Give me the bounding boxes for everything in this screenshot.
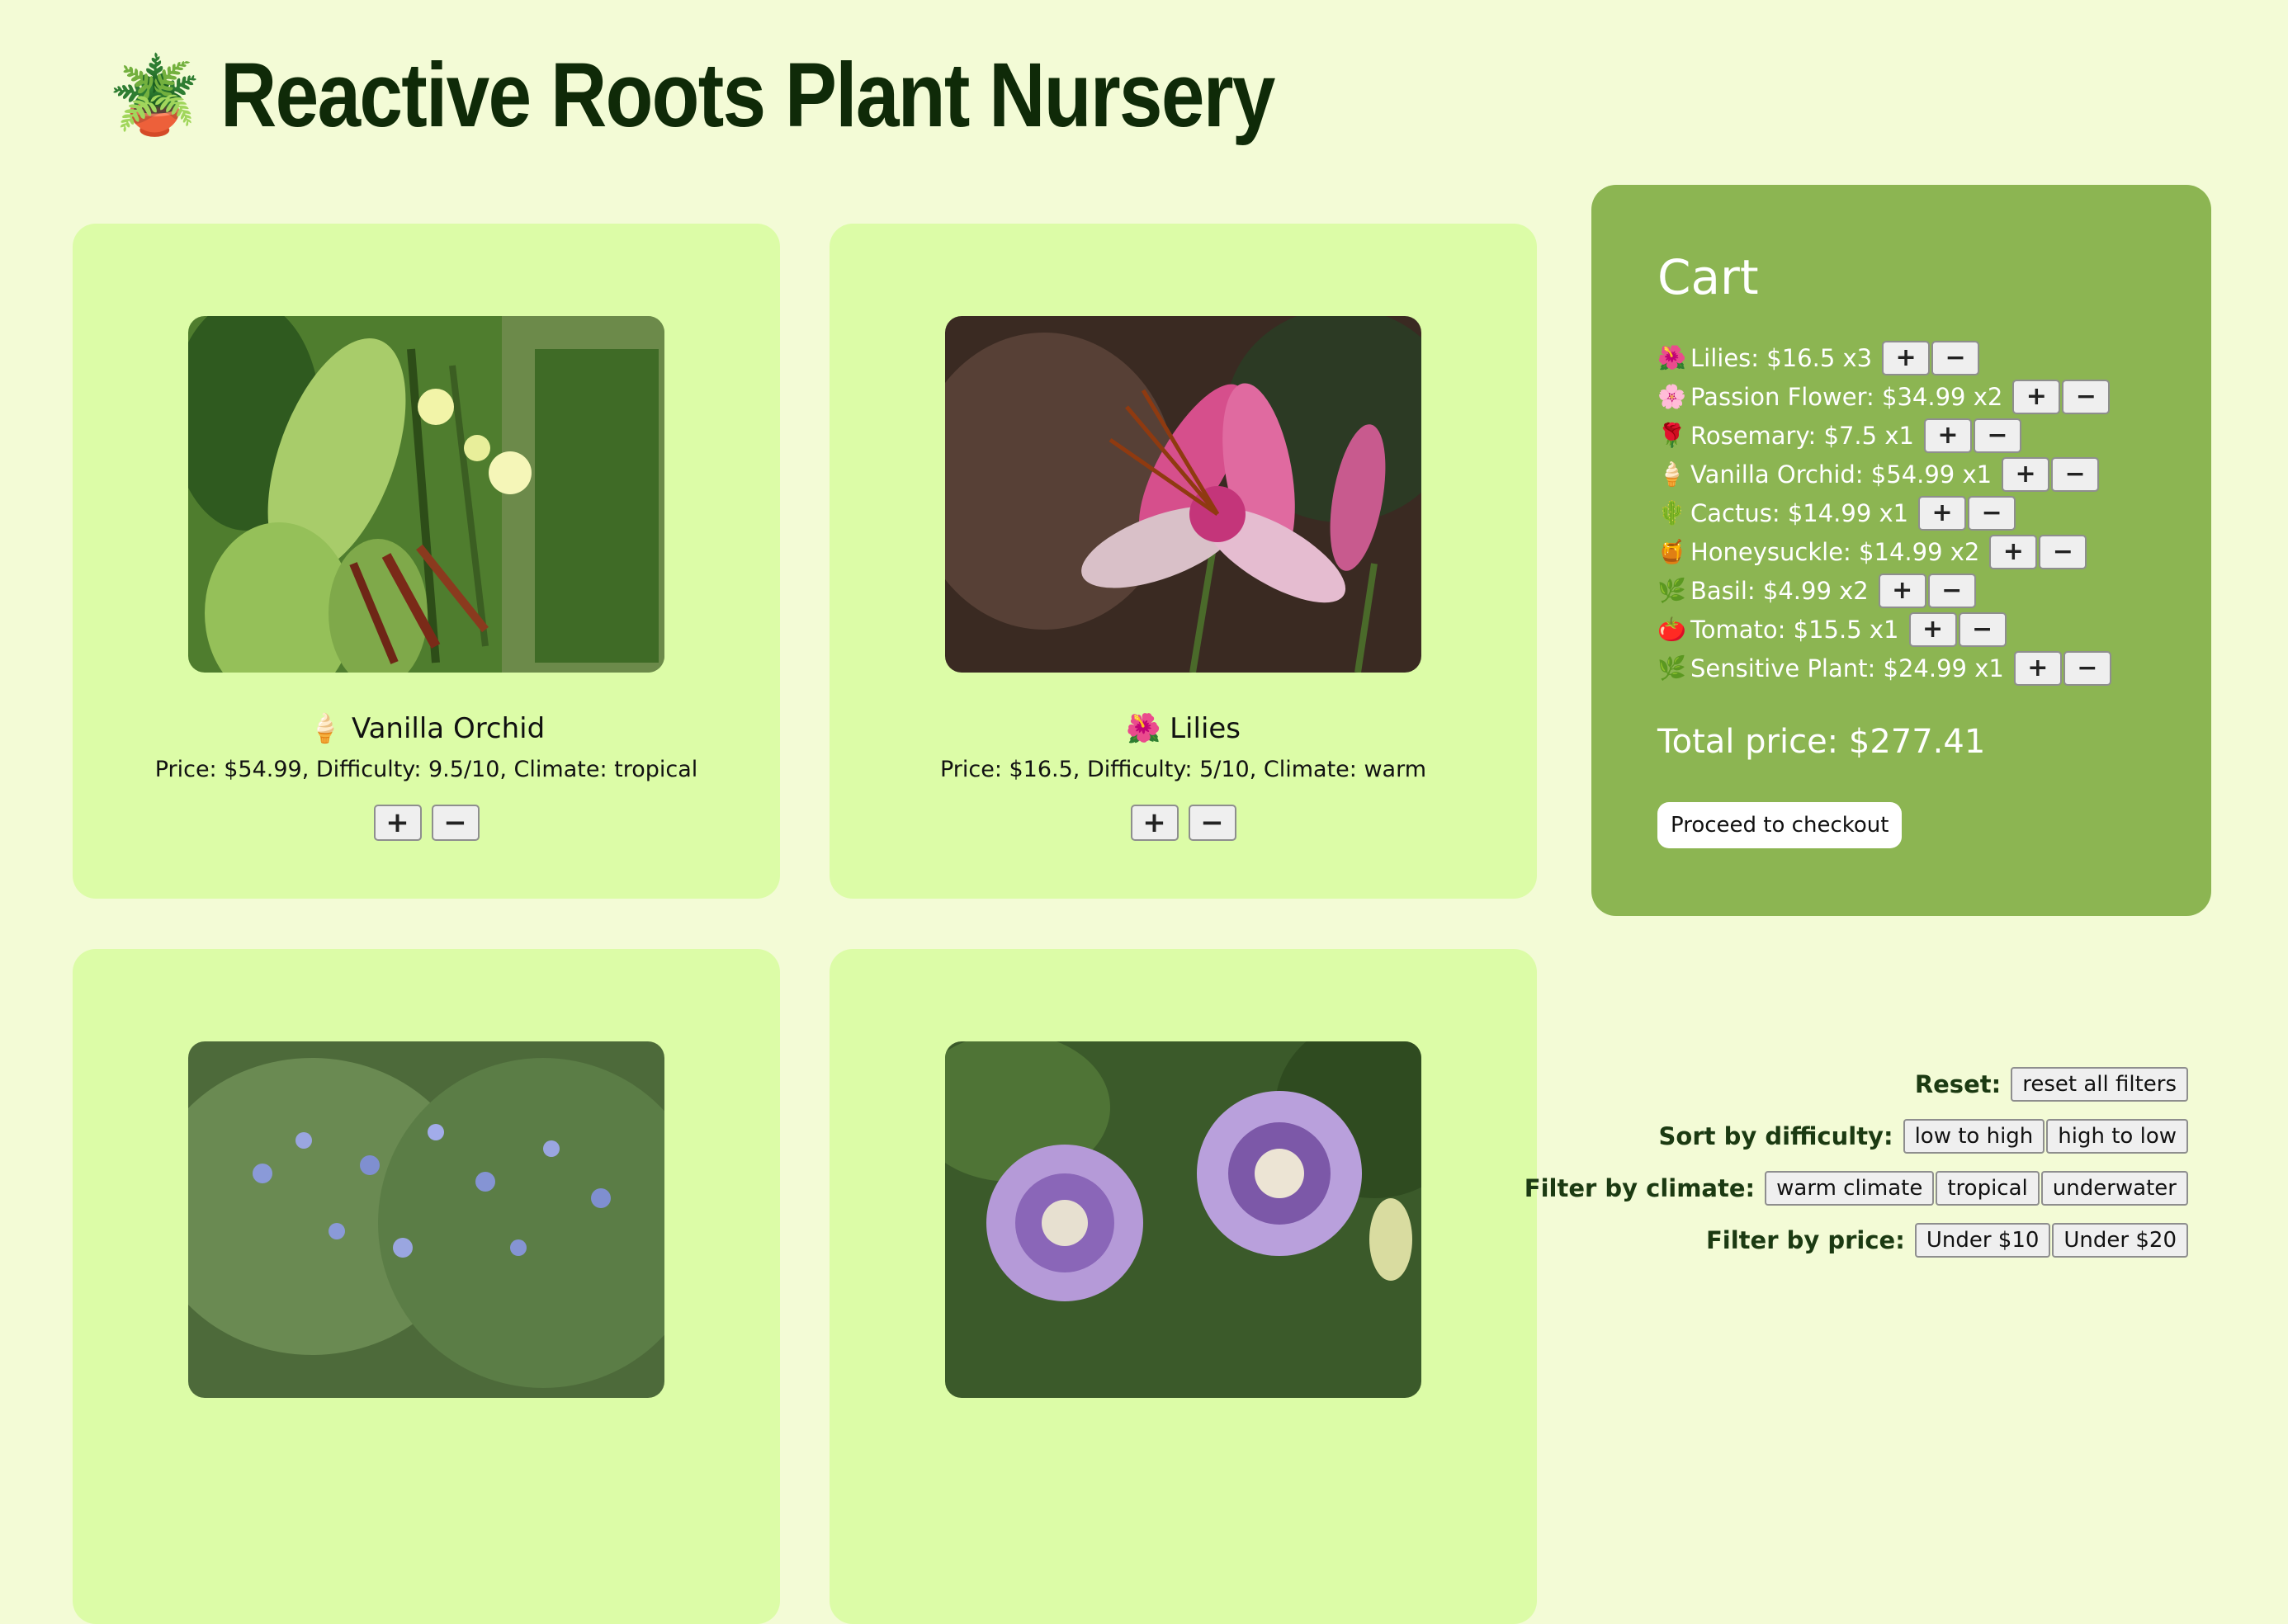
remove-button[interactable]: − <box>1188 805 1236 841</box>
climate-underwater-button[interactable]: underwater <box>2040 1170 2188 1206</box>
cart-title: Cart <box>1657 249 1759 305</box>
decrease-button[interactable]: − <box>1973 418 2021 453</box>
increase-button[interactable]: + <box>1882 340 1931 375</box>
cart-item: 🍯 Honeysuckle: $14.99 x2 + − <box>1657 532 2113 571</box>
cart-item: 🌹 Rosemary: $7.5 x1 + − <box>1657 416 2113 455</box>
decrease-button[interactable]: − <box>1968 495 2016 531</box>
increase-button[interactable]: + <box>1918 495 1967 531</box>
price-row: Filter by price: Under $10 Under $20 <box>1525 1214 2188 1266</box>
add-button[interactable]: + <box>1130 805 1179 841</box>
increase-button[interactable]: + <box>2013 650 2062 686</box>
filter-panel: Reset: reset all filters Sort by difficu… <box>1525 1058 2188 1266</box>
cart-list: 🌺 Lilies: $16.5 x3 + − 🌸 Passion Flower:… <box>1657 338 2113 687</box>
herb-icon: 🌿 <box>1657 577 1686 604</box>
sort-high-to-low-button[interactable]: high to low <box>2046 1118 2188 1154</box>
product-info: Price: $16.5, Difficulty: 5/10, Climate:… <box>939 757 1427 782</box>
sort-label: Sort by difficulty: <box>1658 1121 1893 1150</box>
cart-item-text: Tomato: $15.5 x1 <box>1690 615 1899 644</box>
increase-button[interactable]: + <box>2012 379 2061 414</box>
page-title: Reactive Roots Plant Nursery <box>220 45 1275 146</box>
herb-icon: 🌿 <box>1657 654 1686 682</box>
sort-low-to-high-button[interactable]: low to high <box>1903 1118 2045 1154</box>
product-info: Price: $54.99, Difficulty: 9.5/10, Clima… <box>154 757 698 782</box>
cart-item: 🌵 Cactus: $14.99 x1 + − <box>1657 493 2113 532</box>
cart-item: 🌸 Passion Flower: $34.99 x2 + − <box>1657 377 2113 416</box>
decrease-button[interactable]: − <box>2039 534 2087 569</box>
product-image-lilies <box>945 316 1421 673</box>
cherry-blossom-icon: 🌸 <box>1657 383 1686 410</box>
cart-item-text: Sensitive Plant: $24.99 x1 <box>1690 654 2004 682</box>
potted-plant-icon: 🪴 <box>107 50 202 139</box>
reset-label: Reset: <box>1914 1069 2002 1098</box>
decrease-button[interactable]: − <box>2063 650 2111 686</box>
price-label: Filter by price: <box>1705 1225 1905 1254</box>
cactus-icon: 🌵 <box>1657 499 1686 526</box>
decrease-button[interactable]: − <box>1927 573 1976 608</box>
remove-button[interactable]: − <box>431 805 480 841</box>
reset-row: Reset: reset all filters <box>1525 1058 2188 1110</box>
cart-item: 🌿 Basil: $4.99 x2 + − <box>1657 571 2113 610</box>
product-card-lilies: 🌺 Lilies Price: $16.5, Difficulty: 5/10,… <box>830 224 1537 899</box>
increase-button[interactable]: + <box>1989 534 2038 569</box>
page-header: 🪴 Reactive Roots Plant Nursery <box>107 43 1445 148</box>
cart-item-text: Vanilla Orchid: $54.99 x1 <box>1690 460 1993 489</box>
cart-item-text: Basil: $4.99 x2 <box>1690 576 1869 605</box>
checkout-button[interactable]: Proceed to checkout <box>1657 802 1903 848</box>
increase-button[interactable]: + <box>1878 573 1926 608</box>
cart-item: 🍦 Vanilla Orchid: $54.99 x1 + − <box>1657 455 2113 493</box>
cart-item: 🌺 Lilies: $16.5 x3 + − <box>1657 338 2113 377</box>
add-button[interactable]: + <box>373 805 422 841</box>
cart-item-text: Rosemary: $7.5 x1 <box>1690 421 1914 450</box>
product-card-vanilla-orchid: 🍦 Vanilla Orchid Price: $54.99, Difficul… <box>73 224 780 899</box>
decrease-button[interactable]: − <box>2062 379 2111 414</box>
decrease-button[interactable]: − <box>1931 340 1980 375</box>
sort-row: Sort by difficulty: low to high high to … <box>1525 1110 2188 1162</box>
climate-warm-button[interactable]: warm climate <box>1765 1170 1935 1206</box>
cart-total: Total price: $277.41 <box>1657 723 1986 761</box>
reset-filters-button[interactable]: reset all filters <box>2011 1066 2188 1102</box>
cart-item-text: Lilies: $16.5 x3 <box>1690 343 1873 372</box>
product-image-vanilla-orchid <box>188 316 664 673</box>
price-under-10-button[interactable]: Under $10 <box>1914 1222 2051 1258</box>
rose-icon: 🌹 <box>1657 422 1686 449</box>
decrease-button[interactable]: − <box>1958 611 2007 647</box>
product-name: 🍦 Vanilla Orchid <box>307 712 546 745</box>
product-image-rosemary <box>188 1041 664 1398</box>
ice-cream-icon: 🍦 <box>1657 460 1686 488</box>
product-card-rosemary <box>73 949 780 1624</box>
honey-pot-icon: 🍯 <box>1657 538 1686 565</box>
tomato-icon: 🍅 <box>1657 616 1686 643</box>
increase-button[interactable]: + <box>2002 456 2050 492</box>
increase-button[interactable]: + <box>1908 611 1957 647</box>
product-card-passion-flower <box>830 949 1537 1624</box>
cart-item-text: Passion Flower: $34.99 x2 <box>1690 382 2003 411</box>
cart-panel: Cart 🌺 Lilies: $16.5 x3 + − 🌸 Passion Fl… <box>1591 185 2211 916</box>
price-under-20-button[interactable]: Under $20 <box>2052 1222 2188 1258</box>
cart-item: 🍅 Tomato: $15.5 x1 + − <box>1657 610 2113 649</box>
climate-label: Filter by climate: <box>1524 1173 1756 1202</box>
product-name: 🌺 Lilies <box>1125 712 1241 745</box>
climate-tropical-button[interactable]: tropical <box>1936 1170 2040 1206</box>
decrease-button[interactable]: − <box>2051 456 2100 492</box>
cart-item: 🌿 Sensitive Plant: $24.99 x1 + − <box>1657 649 2113 687</box>
product-image-passion-flower <box>945 1041 1421 1398</box>
hibiscus-icon: 🌺 <box>1657 344 1686 371</box>
cart-item-text: Cactus: $14.99 x1 <box>1690 498 1909 527</box>
climate-row: Filter by climate: warm climate tropical… <box>1525 1162 2188 1214</box>
increase-button[interactable]: + <box>1923 418 1972 453</box>
cart-item-text: Honeysuckle: $14.99 x2 <box>1690 537 1980 566</box>
